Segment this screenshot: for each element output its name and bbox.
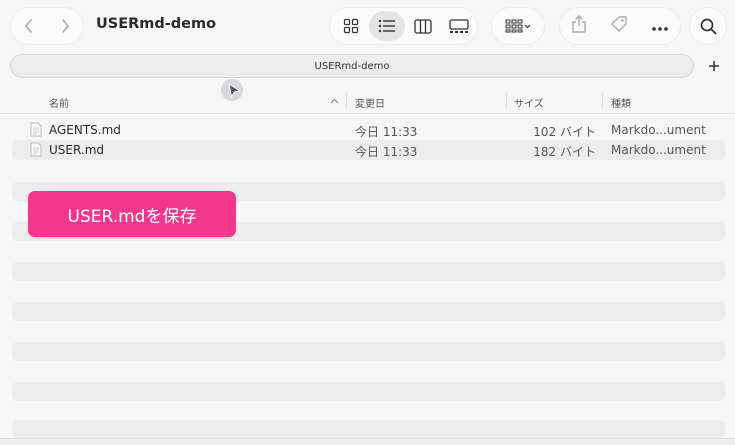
file-date: 今日 11:33 — [355, 125, 418, 139]
more-icon — [651, 26, 668, 31]
file-kind: Markdo...ument — [611, 143, 706, 157]
column-view-icon — [414, 18, 432, 34]
chevron-left-icon — [25, 19, 32, 33]
empty-row-stripe — [12, 420, 725, 439]
column-header: 名前 変更日 サイズ 種類 — [0, 88, 735, 114]
search-button[interactable] — [690, 8, 726, 44]
window-title: USERmd-demo — [96, 16, 217, 32]
status-bar — [0, 438, 735, 445]
file-size: 182 バイト — [533, 145, 596, 159]
empty-row-stripe — [12, 342, 725, 361]
file-date: 今日 11:33 — [355, 145, 418, 159]
column-separator[interactable] — [506, 93, 507, 109]
back-button[interactable] — [11, 8, 47, 44]
icon-grid-view-icon — [343, 18, 359, 34]
column-view-button[interactable] — [405, 11, 441, 41]
document-icon — [30, 122, 42, 137]
view-mode-switcher — [330, 8, 477, 44]
tag-button[interactable] — [610, 15, 628, 37]
list-view-button[interactable] — [369, 11, 405, 41]
file-row-user[interactable]: USER.md 今日 11:33 182 バイト Markdo...ument — [12, 140, 725, 160]
add-tab-button[interactable] — [702, 54, 726, 78]
file-list: AGENTS.md 今日 11:33 102 バイト Markdo...umen… — [12, 120, 725, 160]
toolbar: USERmd-demo — [0, 0, 735, 52]
empty-row-stripe — [12, 382, 725, 401]
group-by-icon — [505, 19, 531, 33]
tab-usermd-demo[interactable]: USERmd-demo — [10, 54, 694, 78]
column-date-header[interactable]: 変更日 — [355, 95, 385, 110]
tag-icon — [611, 16, 627, 32]
plus-icon — [709, 61, 719, 71]
tab-label: USERmd-demo — [314, 60, 390, 72]
group-by-button[interactable] — [492, 8, 544, 44]
file-size: 102 バイト — [533, 125, 596, 139]
list-view-icon — [378, 19, 395, 33]
forward-button[interactable] — [47, 8, 83, 44]
column-kind-header[interactable]: 種類 — [611, 95, 631, 110]
gallery-view-button[interactable] — [441, 11, 477, 41]
action-buttons — [560, 8, 680, 44]
file-row-agents[interactable]: AGENTS.md 今日 11:33 102 バイト Markdo...umen… — [12, 120, 725, 140]
column-separator[interactable] — [602, 93, 603, 109]
share-icon — [572, 15, 587, 33]
share-button[interactable] — [571, 15, 587, 37]
file-name: AGENTS.md — [49, 123, 121, 137]
save-user-md-button[interactable]: USER.mdを保存 — [28, 191, 236, 237]
gallery-view-icon — [449, 18, 469, 33]
icon-view-button[interactable] — [333, 11, 369, 41]
navigation-buttons — [11, 8, 83, 44]
file-kind: Markdo...ument — [611, 123, 706, 137]
column-separator[interactable] — [346, 93, 347, 109]
search-icon — [700, 18, 716, 34]
file-name: USER.md — [49, 143, 105, 157]
column-size-header[interactable]: サイズ — [514, 95, 544, 110]
document-icon — [30, 142, 42, 157]
column-name-header[interactable]: 名前 — [49, 95, 69, 110]
mouse-cursor-icon — [221, 79, 243, 101]
sort-ascending-icon — [330, 98, 339, 104]
more-button[interactable] — [651, 17, 669, 36]
empty-row-stripe — [12, 302, 725, 321]
empty-row-stripe — [12, 262, 725, 281]
chevron-right-icon — [62, 19, 69, 33]
